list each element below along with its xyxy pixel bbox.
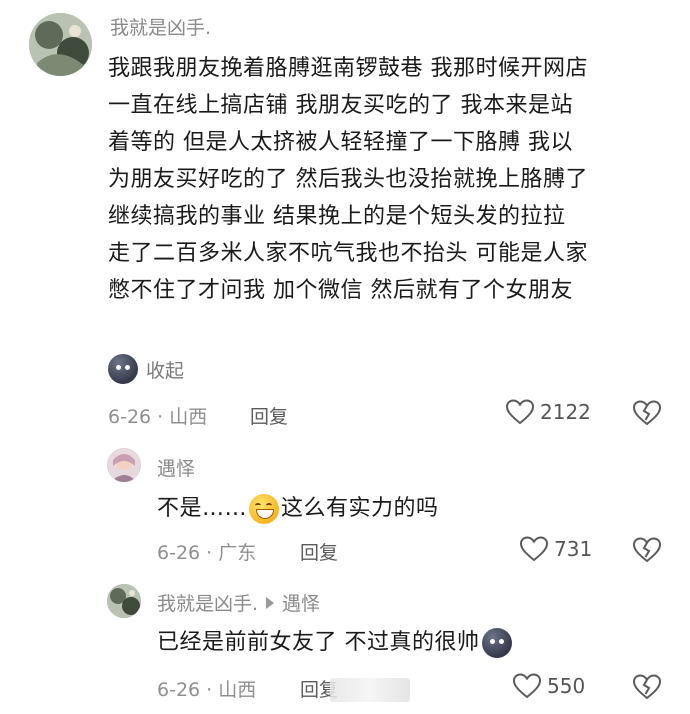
like-button[interactable]: 2122 [506, 399, 591, 425]
dislike-button[interactable] [632, 674, 662, 704]
reply-username-line: 我就是凶手. 遇怿 [157, 589, 320, 616]
collapse-label: 收起 [146, 359, 185, 382]
grinning-sweat-emoji-icon [249, 493, 280, 524]
avatar-image [29, 13, 92, 76]
comment-text: 我跟我朋友挽着胳膊逛南锣鼓巷 我那时候开网店 一直在线上搞店铺 我朋友买吃的了 … [108, 50, 678, 309]
reply-text: 已经是前前女友了 不过真的很帅 [157, 624, 512, 661]
dislike-button[interactable] [632, 400, 662, 430]
reply-date-location: 6-26 · 广东 [157, 542, 257, 564]
comment-line: 为朋友买好吃的了 然后我头也没抬就挽上胳膊了 [108, 167, 588, 192]
dislike-button[interactable] [632, 537, 662, 567]
comment-line: 一直在线上搞店铺 我朋友买吃的了 我本来是站 [108, 93, 573, 118]
collapse-button[interactable]: 收起 [108, 354, 184, 384]
reply-date-location: 6-26 · 山西 [157, 679, 257, 701]
reply-text-part: 不是…… [157, 496, 248, 521]
avatar-image [107, 448, 141, 482]
heart-outline-icon [513, 673, 541, 699]
reply-to-arrow-icon [266, 596, 275, 609]
heart-outline-icon [520, 536, 548, 562]
broken-heart-icon [632, 400, 662, 426]
like-button[interactable]: 550 [513, 673, 585, 699]
like-count: 2122 [540, 400, 591, 424]
comment-line: 我跟我朋友挽着胳膊逛南锣鼓巷 我那时候开网店 [108, 56, 588, 81]
avatar-commenter[interactable] [29, 13, 92, 76]
comment-line: 走了二百多米人家不吭气我也不抬头 可能是人家 [108, 241, 588, 266]
heart-outline-icon [506, 399, 534, 425]
reply-username[interactable]: 我就是凶手. [157, 589, 258, 616]
comment-username[interactable]: 我就是凶手. [110, 13, 211, 40]
watermark-overlay [330, 678, 410, 702]
like-button[interactable]: 731 [520, 536, 592, 562]
like-count: 731 [554, 537, 593, 561]
avatar-image [107, 584, 141, 618]
reply-button[interactable]: 回复 [300, 538, 338, 565]
avatar-commenter[interactable] [107, 584, 141, 618]
reply-text-part: 已经是前前女友了 不过真的很帅 [157, 630, 480, 655]
reply-text: 不是…… 这么有实力的吗 [157, 490, 439, 527]
dark-moon-face-emoji-icon [108, 354, 138, 384]
like-count: 550 [547, 674, 586, 698]
reply-text-part: 这么有实力的吗 [281, 496, 439, 521]
comment-date-location: 6-26 · 山西 [108, 406, 208, 428]
avatar-replier[interactable] [107, 448, 141, 482]
broken-heart-icon [632, 537, 662, 563]
comment-line: 憋不住了才问我 加个微信 然后就有了个女朋友 [108, 278, 573, 303]
reply-username[interactable]: 遇怿 [157, 454, 195, 481]
reply-button[interactable]: 回复 [250, 402, 288, 429]
broken-heart-icon [632, 674, 662, 700]
reply-to-username[interactable]: 遇怿 [282, 589, 320, 616]
comment-line: 着等的 但是人太挤被人轻轻撞了一下胳膊 我以 [108, 130, 573, 155]
dark-moon-face-emoji-icon [481, 627, 512, 658]
comment-line: 继续搞我的事业 结果挽上的是个短头发的拉拉 [108, 204, 566, 229]
